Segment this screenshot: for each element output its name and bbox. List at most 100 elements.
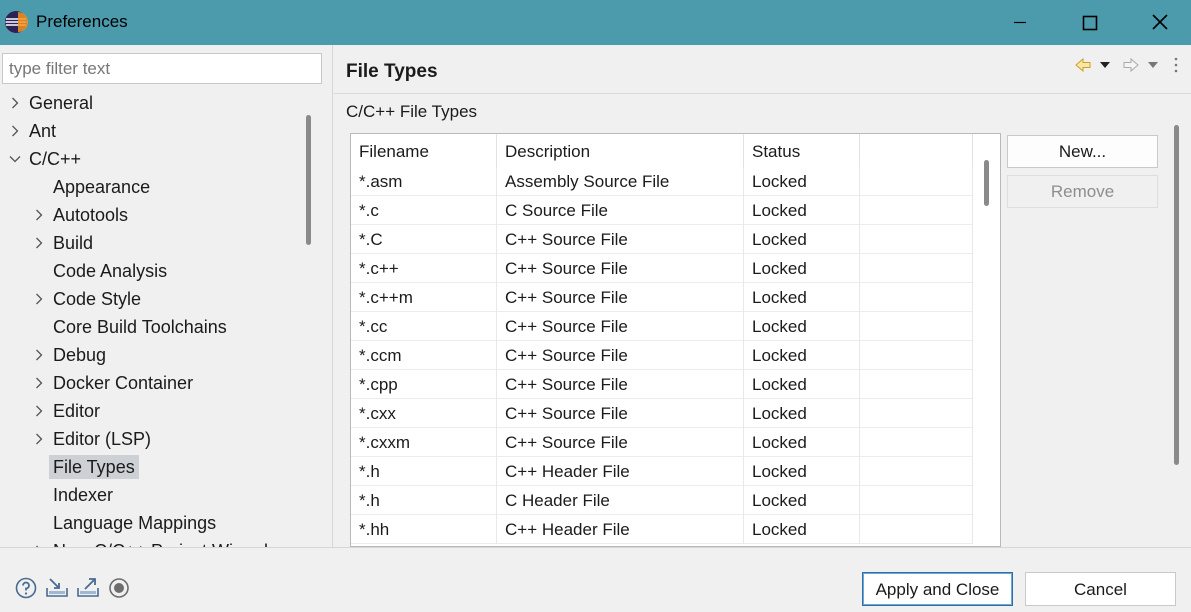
- tree-item[interactable]: Build: [0, 230, 300, 256]
- export-icon[interactable]: [76, 576, 100, 600]
- chevron-right-icon[interactable]: [33, 349, 45, 361]
- cell-description: C++ Source File: [497, 341, 744, 370]
- tree-item[interactable]: New C/C++ Project Wizard: [0, 538, 300, 547]
- table-row[interactable]: *.cxx C++ Source File Locked: [351, 399, 973, 428]
- table-row[interactable]: *.C C++ Source File Locked: [351, 225, 973, 254]
- table-row[interactable]: *.asm Assembly Source File Locked: [351, 167, 973, 196]
- table-row[interactable]: *.ccm C++ Source File Locked: [351, 341, 973, 370]
- table-row[interactable]: *.hh C++ Header File Locked: [351, 515, 973, 544]
- cell-filename: *.asm: [351, 167, 497, 196]
- column-header-status[interactable]: Status: [744, 134, 860, 167]
- page-nav-toolbar: [1075, 57, 1178, 73]
- cell-filename: *.h: [351, 486, 497, 515]
- cell-filler: [860, 515, 973, 544]
- cell-filler: [860, 486, 973, 515]
- tree-item-label: Docker Container: [53, 373, 194, 393]
- cell-status: Locked: [744, 312, 860, 341]
- forward-arrow-icon[interactable]: [1123, 57, 1139, 73]
- table-row[interactable]: *.h C++ Header File Locked: [351, 457, 973, 486]
- cancel-button[interactable]: Cancel: [1025, 572, 1176, 606]
- tree-item[interactable]: Core Build Toolchains: [0, 314, 300, 340]
- back-arrow-icon[interactable]: [1075, 57, 1091, 73]
- chevron-right-icon[interactable]: [33, 405, 45, 417]
- forward-history-dropdown-icon[interactable]: [1148, 62, 1158, 68]
- file-types-table[interactable]: Filename Description Status *.asm Assembl…: [350, 133, 1001, 547]
- cell-filename: *.c++m: [351, 283, 497, 312]
- tree-scrollbar[interactable]: [306, 115, 311, 245]
- maximize-icon[interactable]: [1066, 0, 1112, 45]
- preferences-tree: General Ant C/C++ Appearance Autotools Build C…: [0, 89, 300, 547]
- record-icon[interactable]: [107, 576, 131, 600]
- cell-description: C Header File: [497, 486, 744, 515]
- tree-item[interactable]: Editor (LSP): [0, 426, 300, 452]
- page-scrollbar[interactable]: [1174, 125, 1179, 465]
- import-icon[interactable]: [45, 576, 69, 600]
- tree-item[interactable]: Autotools: [0, 202, 300, 228]
- minimize-icon[interactable]: [996, 0, 1042, 45]
- table-row[interactable]: *.h C Header File Locked: [351, 486, 973, 515]
- tree-item[interactable]: Appearance: [0, 174, 300, 200]
- column-header-description[interactable]: Description: [497, 134, 744, 167]
- tree-item[interactable]: C/C++: [0, 146, 300, 172]
- new-button[interactable]: New...: [1007, 135, 1158, 168]
- tree-item-label: Appearance: [53, 177, 151, 197]
- chevron-right-icon[interactable]: [33, 293, 45, 305]
- cell-filler: [860, 399, 973, 428]
- close-icon[interactable]: [1137, 0, 1183, 45]
- apply-and-close-button[interactable]: Apply and Close: [862, 572, 1013, 606]
- chevron-right-icon[interactable]: [33, 237, 45, 249]
- tree-item[interactable]: Docker Container: [0, 370, 300, 396]
- cell-description: C++ Source File: [497, 254, 744, 283]
- cell-status: Locked: [744, 225, 860, 254]
- help-icon[interactable]: [14, 576, 38, 600]
- tree-item[interactable]: Ant: [0, 118, 300, 144]
- more-options-icon[interactable]: [1174, 57, 1178, 73]
- filter-input[interactable]: [2, 53, 322, 84]
- column-header-filename[interactable]: Filename: [351, 134, 497, 167]
- chevron-right-icon[interactable]: [9, 97, 21, 109]
- window-title: Preferences: [36, 12, 128, 31]
- tree-item[interactable]: Indexer: [0, 482, 300, 508]
- tree-item-label: C/C++: [29, 149, 82, 169]
- cell-status: Locked: [744, 515, 860, 544]
- cell-filename: *.C: [351, 225, 497, 254]
- chevron-right-icon[interactable]: [9, 125, 21, 137]
- table-row[interactable]: *.c C Source File Locked: [351, 196, 973, 225]
- tree-item-label: Language Mappings: [53, 513, 217, 533]
- tree-item[interactable]: Code Style: [0, 286, 300, 312]
- table-row[interactable]: *.cxxm C++ Source File Locked: [351, 428, 973, 457]
- cell-filename: *.cc: [351, 312, 497, 341]
- tree-item-label: Code Analysis: [53, 261, 168, 281]
- chevron-down-icon[interactable]: [9, 153, 21, 165]
- tree-item[interactable]: Code Analysis: [0, 258, 300, 284]
- tree-item[interactable]: General: [0, 90, 300, 116]
- cell-status: Locked: [744, 167, 860, 196]
- cell-filename: *.h: [351, 457, 497, 486]
- preference-page: File Types C/C++ File Types Filename Des…: [334, 45, 1191, 547]
- table-row[interactable]: *.c++ C++ Source File Locked: [351, 254, 973, 283]
- table-row[interactable]: *.c++m C++ Source File Locked: [351, 283, 973, 312]
- tree-item[interactable]: File Types: [0, 454, 300, 480]
- back-history-dropdown-icon[interactable]: [1100, 62, 1110, 68]
- cell-filler: [860, 457, 973, 486]
- cell-description: C++ Source File: [497, 283, 744, 312]
- cell-description: C++ Source File: [497, 312, 744, 341]
- cell-filler: [860, 312, 973, 341]
- table-row[interactable]: *.cc C++ Source File Locked: [351, 312, 973, 341]
- remove-button[interactable]: Remove: [1007, 175, 1158, 208]
- tree-item[interactable]: Editor: [0, 398, 300, 424]
- tree-item[interactable]: Debug: [0, 342, 300, 368]
- table-scrollbar[interactable]: [984, 160, 989, 206]
- chevron-right-icon[interactable]: [33, 377, 45, 389]
- cell-description: C++ Header File: [497, 457, 744, 486]
- tree-item[interactable]: Language Mappings: [0, 510, 300, 536]
- table-header: Filename Description Status: [351, 134, 973, 167]
- table-row[interactable]: *.cpp C++ Source File Locked: [351, 370, 973, 399]
- cell-status: Locked: [744, 428, 860, 457]
- chevron-right-icon[interactable]: [33, 433, 45, 445]
- chevron-right-icon[interactable]: [33, 209, 45, 221]
- cell-filler: [860, 225, 973, 254]
- cell-filler: [860, 341, 973, 370]
- cell-status: Locked: [744, 196, 860, 225]
- cell-status: Locked: [744, 370, 860, 399]
